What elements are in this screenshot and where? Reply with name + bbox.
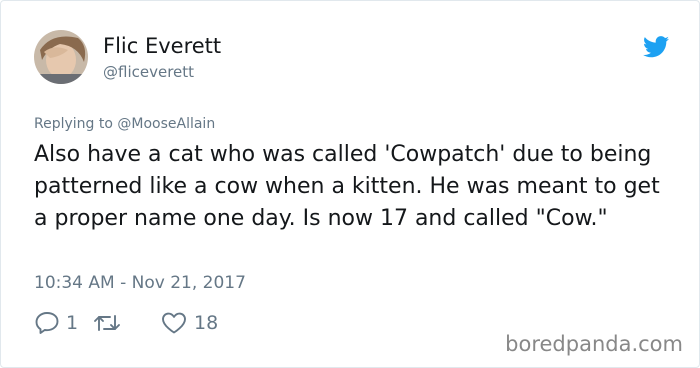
tweet-text: Also have a cat who was called 'Cowpatch…: [34, 142, 660, 231]
reply-button[interactable]: 1: [34, 311, 78, 335]
reply-count: 1: [66, 312, 79, 334]
like-count: 18: [194, 312, 219, 334]
like-button[interactable]: 18: [160, 311, 218, 335]
heart-icon: [162, 312, 186, 334]
avatar[interactable]: [34, 30, 88, 84]
tweet-card: Flic Everett @fliceverett Replying to @M…: [0, 0, 700, 368]
author-handle[interactable]: @fliceverett: [103, 63, 194, 81]
reply-icon: [35, 312, 59, 334]
watermark: boredpanda.com: [505, 332, 683, 356]
author-name[interactable]: Flic Everett: [103, 34, 221, 58]
timestamp[interactable]: 10:34 AM - Nov 21, 2017: [34, 273, 246, 293]
retweet-button[interactable]: [92, 311, 122, 335]
replying-to[interactable]: Replying to @MooseAllain: [34, 116, 215, 132]
twitter-bird-icon[interactable]: [643, 36, 669, 58]
retweet-icon: [94, 315, 120, 331]
